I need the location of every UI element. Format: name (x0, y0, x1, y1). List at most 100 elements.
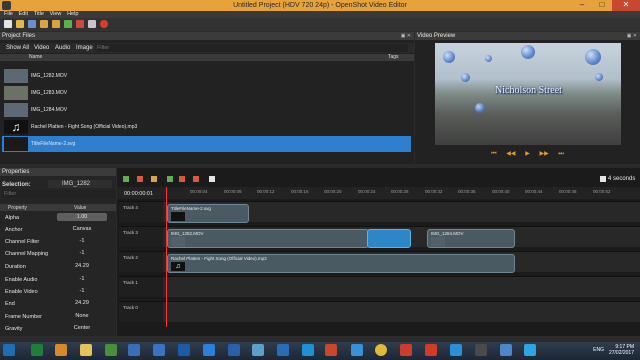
fullscreen-icon[interactable] (88, 20, 96, 28)
app-icon[interactable] (450, 344, 462, 356)
list-item[interactable]: IMG_1284.MOV (2, 102, 411, 118)
playhead[interactable] (166, 187, 167, 327)
property-row-channel-mapping[interactable]: Channel Mapping -1 (2, 248, 114, 259)
menu-edit[interactable]: Edit (19, 11, 28, 18)
next-marker-icon[interactable] (193, 176, 199, 182)
import-files-icon[interactable] (64, 20, 72, 28)
property-row-duration[interactable]: Duration 24.29 (2, 261, 114, 272)
panel-controls-icon[interactable]: ▣ ✕ (401, 32, 411, 40)
close-button[interactable]: ✕ (612, 0, 640, 11)
selection-dropdown[interactable]: IMG_1282 (48, 180, 112, 188)
property-row-end[interactable]: End 24.29 (2, 298, 114, 309)
app-icon[interactable] (203, 344, 215, 356)
transition-clip[interactable] (367, 229, 411, 248)
menu-title[interactable]: Title (34, 11, 44, 18)
acrobat-icon[interactable] (425, 344, 437, 356)
menu-view[interactable]: View (50, 11, 62, 18)
open-project-icon[interactable] (16, 20, 24, 28)
timeline-ruler[interactable]: 00:00:00:01 00:00:04 00:00:08 00:00:12 0… (117, 187, 640, 199)
new-project-icon[interactable] (4, 20, 12, 28)
property-row-frame-number[interactable]: Frame Number None (2, 311, 114, 322)
previous-marker-icon[interactable] (179, 176, 185, 182)
project-files-filter-input[interactable]: Filter (95, 44, 408, 52)
tab-video[interactable]: Video (34, 45, 49, 51)
app-icon[interactable] (351, 344, 363, 356)
maximize-button[interactable]: □ (592, 0, 612, 11)
property-row-channel-filter[interactable]: Channel Filter -1 (2, 236, 114, 247)
property-row-anchor[interactable]: Anchor Canvas (2, 224, 114, 235)
fast-forward-icon[interactable]: ▶▶ (539, 150, 548, 157)
tab-show-all[interactable]: Show All (6, 45, 29, 51)
minimize-button[interactable]: – (572, 0, 592, 11)
tab-audio[interactable]: Audio (55, 45, 70, 51)
app-icon[interactable] (524, 344, 536, 356)
property-row-alpha[interactable]: Alpha 1.00 (2, 212, 114, 223)
column-tags[interactable]: Tags (388, 54, 399, 61)
app-icon[interactable] (475, 344, 487, 356)
start-icon[interactable] (3, 344, 15, 356)
app-icon[interactable] (105, 344, 117, 356)
list-item-selected[interactable]: TitleFileName-2.svg (2, 136, 411, 152)
column-name[interactable]: Name (29, 54, 42, 61)
tab-image[interactable]: Image (76, 45, 93, 51)
folder-icon[interactable] (80, 344, 92, 356)
jump-start-icon[interactable]: ⏮ (491, 151, 496, 158)
list-item[interactable]: IMG_1282.MOV (2, 68, 411, 84)
outlook-icon[interactable] (178, 344, 190, 356)
system-clock[interactable]: 9:17 PM 27/02/2017 (606, 344, 634, 356)
app-icon[interactable] (500, 344, 512, 356)
ruler-tick: 00:00:28 (391, 189, 409, 194)
timeline-clip[interactable]: Rachel Platten - Fight Song (Official Vi… (167, 254, 515, 273)
track-0[interactable]: Track 0 (119, 301, 640, 322)
properties-filter-input[interactable]: Filter (2, 190, 116, 198)
app-icon[interactable] (55, 344, 67, 356)
property-row-gravity[interactable]: Gravity Center (2, 323, 114, 334)
track-header[interactable]: Track 1 (119, 277, 163, 297)
list-item[interactable]: ♫ Rachel Platten - Fight Song (Official … (2, 119, 411, 135)
app-icon[interactable] (400, 344, 412, 356)
track-2[interactable]: Track 2 Rachel Platten - Fight Song (Off… (119, 251, 640, 273)
track-header[interactable]: Track 3 (119, 227, 163, 247)
chrome-icon[interactable] (375, 344, 387, 356)
app-icon[interactable] (153, 344, 165, 356)
app-icon[interactable] (252, 344, 264, 356)
export-video-icon[interactable] (100, 20, 108, 28)
track-header[interactable]: Track 2 (119, 252, 163, 272)
app-icon[interactable] (128, 344, 140, 356)
play-icon[interactable]: ▶ (525, 150, 530, 157)
track-header[interactable]: Track 4 (119, 202, 163, 222)
track-3[interactable]: Track 3 IMG_1282.MOV IMG_1284.MOV (119, 226, 640, 248)
timeline-clip[interactable]: IMG_1284.MOV (427, 229, 515, 248)
jump-end-icon[interactable]: ⏭ (558, 151, 563, 158)
panel-controls-icon[interactable]: ▣ ✕ (627, 32, 637, 40)
timeline-clip[interactable]: IMG_1282.MOV (167, 229, 369, 248)
undo-icon[interactable] (40, 20, 48, 28)
property-row-enable-audio[interactable]: Enable Audio -1 (2, 274, 114, 285)
language-indicator[interactable]: ENG (593, 347, 604, 353)
rewind-icon[interactable]: ◀◀ (506, 150, 515, 157)
ruler-tick: 00:00:40 (492, 189, 510, 194)
list-item[interactable]: IMG_1283.MOV (2, 85, 411, 101)
menu-file[interactable]: File (4, 11, 13, 18)
skype-icon[interactable] (302, 344, 314, 356)
menu-help[interactable]: Help (67, 11, 78, 18)
add-marker-icon[interactable] (167, 176, 173, 182)
excel-icon[interactable] (31, 344, 43, 356)
save-project-icon[interactable] (28, 20, 36, 28)
center-timeline-icon[interactable] (209, 176, 215, 182)
property-row-enable-video[interactable]: Enable Video -1 (2, 286, 114, 297)
track-header[interactable]: Track 0 (119, 302, 163, 322)
razor-icon[interactable] (151, 176, 157, 182)
snap-icon[interactable] (137, 176, 143, 182)
word-icon[interactable] (228, 344, 240, 356)
timeline-clip[interactable]: TitleFileName-2.svg (167, 204, 249, 223)
zoom-icon[interactable] (600, 176, 606, 182)
app-icon[interactable] (325, 344, 337, 356)
redo-icon[interactable] (52, 20, 60, 28)
track-4[interactable]: Track 4 TitleFileName-2.svg (119, 201, 640, 223)
track-1[interactable]: Track 1 (119, 276, 640, 297)
profile-icon[interactable] (76, 20, 84, 28)
app-icon[interactable] (277, 344, 289, 356)
add-track-icon[interactable] (123, 176, 129, 182)
ruler-tick: 00:00:32 (425, 189, 443, 194)
